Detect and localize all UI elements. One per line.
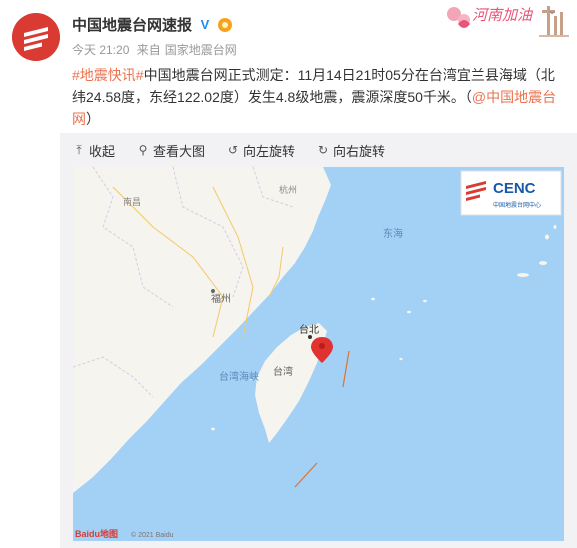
post-time[interactable]: 今天 21:20: [72, 43, 129, 57]
post-text: #地震快讯#中国地震台网正式测定：11月14日21时05分在台湾宜兰县海域（北纬…: [72, 64, 568, 130]
label-hangzhou: 杭州: [279, 184, 297, 195]
hashtag-link[interactable]: #地震快讯#: [72, 67, 144, 83]
medal-icon: [218, 17, 233, 32]
earthquake-map[interactable]: 南昌 杭州 福州 东海 台湾海峡 台北 台湾 CENC 中国地震台网中心 Bai…: [73, 167, 564, 541]
source-prefix: 来自: [136, 43, 161, 57]
rotate-right-icon: ↻: [318, 143, 329, 157]
verified-icon: V: [198, 17, 213, 32]
map-image: 南昌 杭州 福州 东海 台湾海峡 台北 台湾 CENC 中国地震台网中心 Bai…: [73, 167, 564, 541]
label-taiwan-strait: 台湾海峡: [219, 370, 259, 383]
label-fuzhou: 福州: [211, 292, 231, 305]
cenc-logo-icon: [12, 13, 60, 61]
post-source[interactable]: 国家地震台网: [165, 43, 237, 57]
collapse-button[interactable]: ⤒ 收起: [72, 141, 115, 160]
cenc-logo: CENC 中国地震台网中心: [460, 170, 562, 216]
chevron-down-icon[interactable]: ⌄: [547, 3, 565, 19]
author-row: 中国地震台网速报 V: [72, 14, 233, 35]
search-icon: ⚲: [138, 143, 148, 157]
rotate-left-label: 向左旋转: [243, 143, 296, 159]
label-east-sea: 东海: [383, 227, 403, 240]
map-copyright: © 2021 Baidu: [131, 531, 174, 539]
banner-text: 河南加油: [472, 7, 534, 24]
label-nanchang: 南昌: [123, 196, 141, 207]
rotate-left-button[interactable]: ↺ 向左旋转: [226, 141, 295, 160]
label-taiwan: 台湾: [273, 365, 293, 378]
view-large-label: 查看大图: [153, 143, 206, 159]
avatar[interactable]: [12, 13, 60, 61]
collapse-icon: ⤒: [76, 142, 82, 157]
baidu-logo-text: Baidu地图: [75, 528, 118, 539]
view-large-button[interactable]: ⚲ 查看大图: [136, 141, 205, 160]
author-name[interactable]: 中国地震台网速报: [72, 14, 192, 35]
collapse-label: 收起: [89, 143, 116, 159]
rotate-right-label: 向右旋转: [333, 143, 386, 159]
media-toolbar: ⤒ 收起 ⚲ 查看大图 ↺ 向左旋转 ↻ 向右旋转: [60, 133, 577, 167]
post-meta: 今天 21:20 来自 国家地震台网: [72, 41, 241, 58]
label-taipei: 台北: [299, 323, 319, 336]
weibo-post: 中国地震台网速报 V 今天 21:20 来自 国家地震台网 河南加油 ⌄ #地震快…: [0, 0, 577, 548]
post-body-end: ）: [86, 111, 100, 127]
cenc-logo-text: CENC: [493, 180, 536, 197]
rotate-left-icon: ↺: [228, 143, 239, 157]
cenc-logo-subtitle: 中国地震台网中心: [493, 201, 541, 209]
rotate-right-button[interactable]: ↻ 向右旋转: [316, 141, 385, 160]
